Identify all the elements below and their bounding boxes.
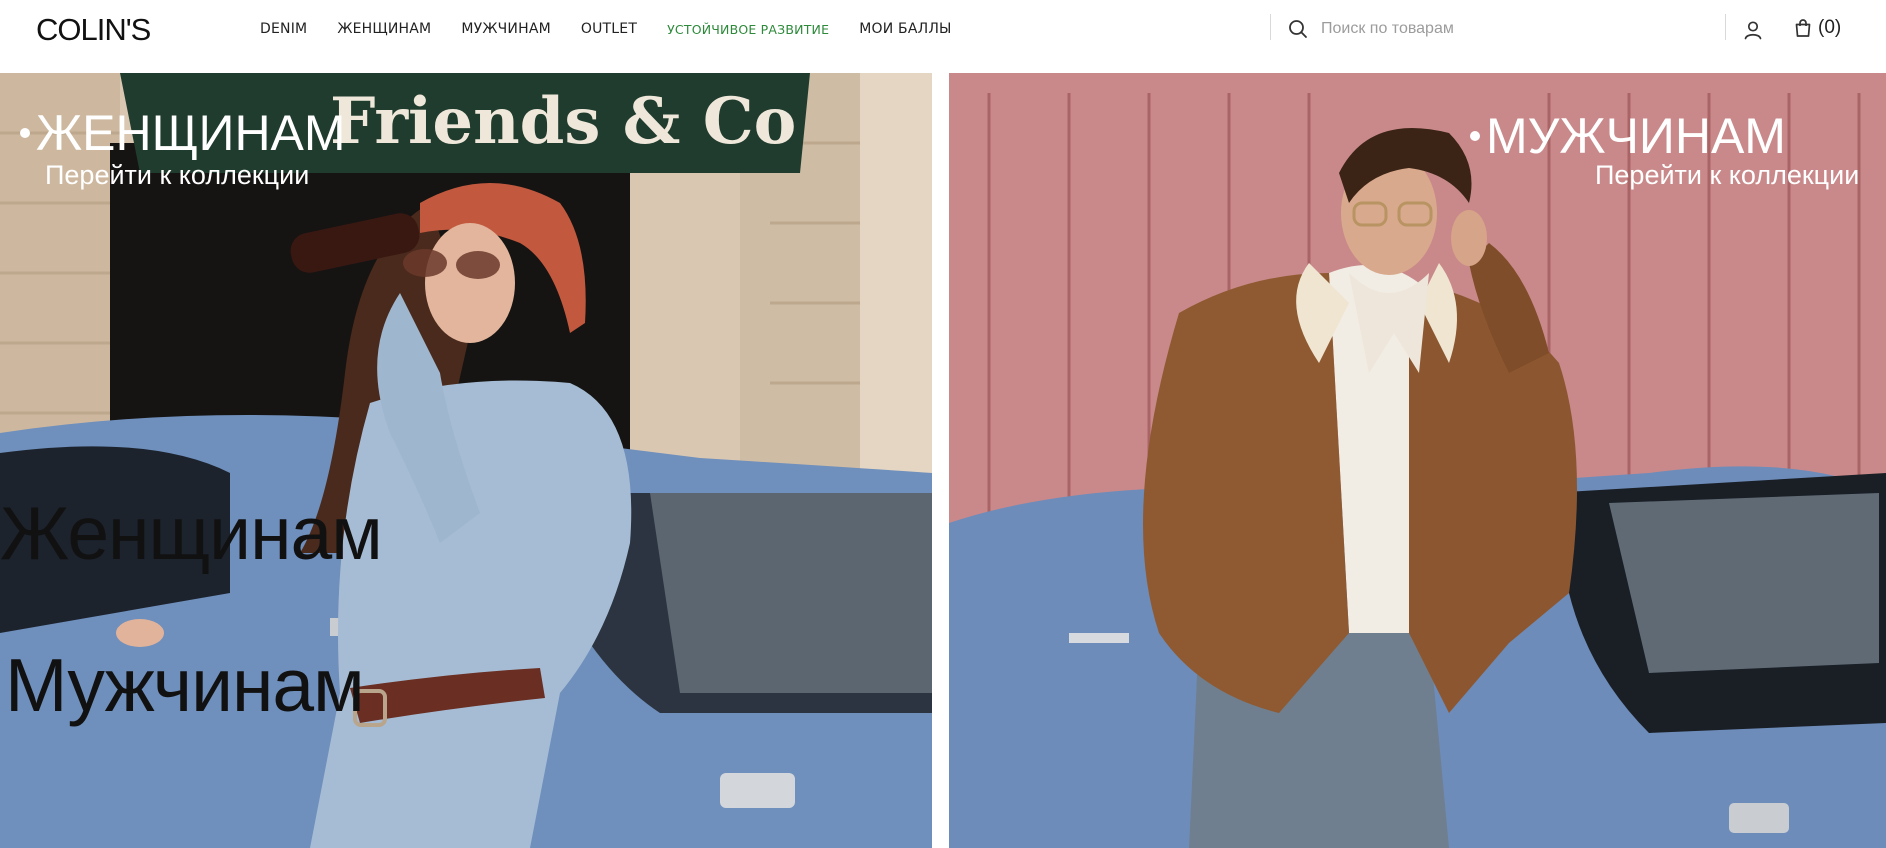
header-divider — [1270, 14, 1271, 40]
cart-icon — [1793, 18, 1813, 38]
women-panel-link[interactable]: Перейти к коллекции — [45, 162, 309, 189]
bullet-dot — [1470, 130, 1480, 141]
header-divider — [1725, 14, 1726, 40]
main-nav: DENIM ЖЕНЩИНАМ МУЖЧИНАМ OUTLET УСТОЙЧИВО… — [260, 0, 982, 58]
men-panel-title[interactable]: МУЖЧИНАМ — [1470, 111, 1786, 161]
brand-logo[interactable]: COLIN'S — [36, 12, 151, 48]
men-collection-panel[interactable]: МУЖЧИНАМ Перейти к коллекции — [949, 73, 1886, 848]
women-panel-title[interactable]: ЖЕНЩИНАМ — [20, 108, 346, 158]
site-header: COLIN'S DENIM ЖЕНЩИНАМ МУЖЧИНАМ OUTLET У… — [0, 0, 1886, 73]
search-input[interactable] — [1321, 20, 1621, 38]
nav-item-my-points[interactable]: МОИ БАЛЛЫ — [859, 21, 951, 37]
nav-item-outlet[interactable]: OUTLET — [581, 21, 637, 37]
user-icon[interactable] — [1742, 19, 1764, 41]
nav-item-denim[interactable]: DENIM — [260, 21, 307, 37]
men-panel-link[interactable]: Перейти к коллекции — [1595, 162, 1859, 189]
men-category-label[interactable]: Мужчинам — [5, 648, 365, 723]
cart-count: (0) — [1818, 17, 1842, 38]
women-category-label[interactable]: Женщинам — [0, 496, 383, 571]
men-title-text: МУЖЧИНАМ — [1486, 108, 1786, 164]
search-icon[interactable] — [1287, 18, 1309, 40]
awning-sign-text: Friends & Co — [330, 84, 796, 159]
nav-item-sustainability[interactable]: УСТОЙЧИВОЕ РАЗВИТИЕ — [667, 22, 829, 37]
search-box — [1287, 17, 1621, 41]
bullet-dot — [20, 127, 30, 138]
nav-item-men[interactable]: МУЖЧИНАМ — [461, 21, 551, 37]
women-title-text: ЖЕНЩИНАМ — [36, 105, 346, 161]
cart-button[interactable]: (0) — [1793, 17, 1841, 39]
women-collection-panel[interactable]: Friends & Co ЖЕНЩИНАМ Перейти к коллекци… — [0, 73, 932, 848]
nav-item-women[interactable]: ЖЕНЩИНАМ — [337, 21, 431, 37]
